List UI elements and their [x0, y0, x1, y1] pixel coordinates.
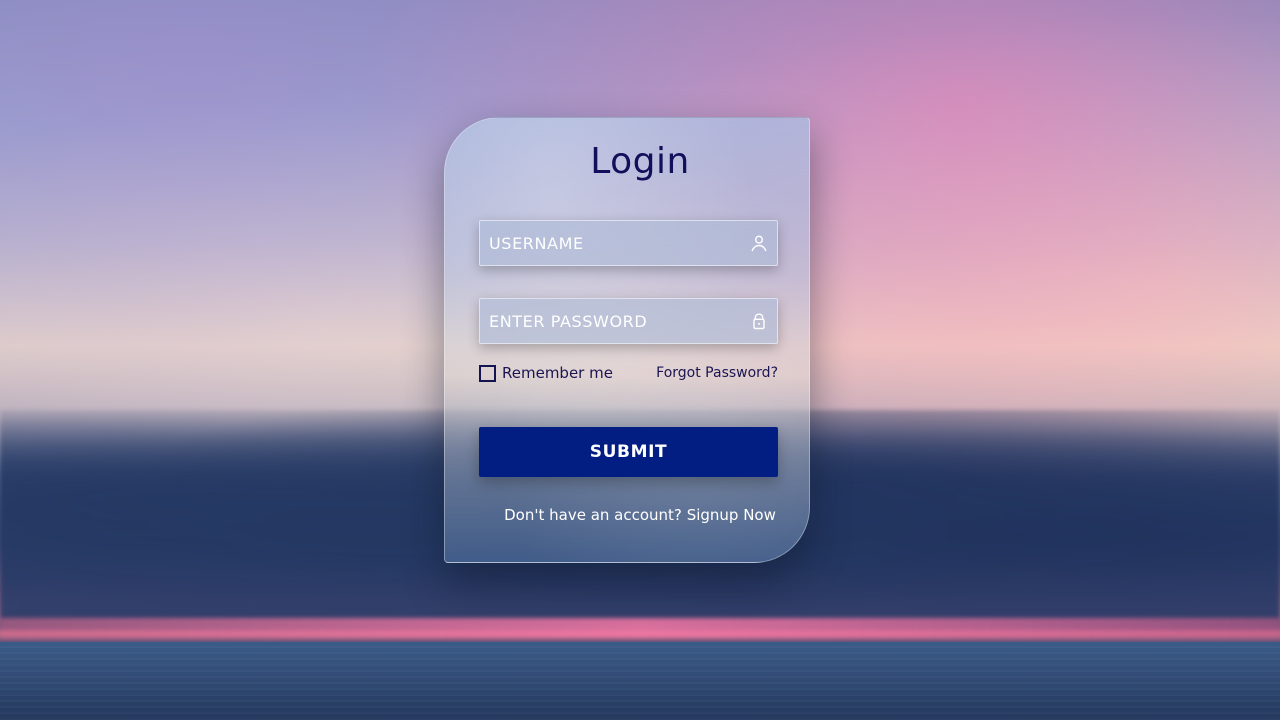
background-sea: [0, 642, 1280, 720]
signup-link[interactable]: Signup Now: [687, 506, 776, 524]
lock-icon: [753, 313, 765, 330]
remember-me[interactable]: Remember me: [479, 362, 613, 384]
remember-me-checkbox[interactable]: [479, 364, 496, 382]
password-field[interactable]: [479, 298, 778, 344]
page-title: Login: [590, 141, 690, 182]
submit-button[interactable]: SUBMIT: [479, 427, 778, 477]
password-input[interactable]: [480, 299, 777, 343]
horizon-glow: [0, 618, 1280, 638]
remember-me-label: Remember me: [502, 364, 613, 382]
username-field[interactable]: [479, 220, 778, 266]
signup-prompt: Don't have an account? Signup Now: [0, 506, 1280, 524]
forgot-password-link[interactable]: Forgot Password?: [652, 362, 778, 384]
user-icon: [751, 235, 767, 252]
username-input[interactable]: [480, 221, 777, 265]
signup-prompt-text: Don't have an account?: [504, 506, 682, 524]
